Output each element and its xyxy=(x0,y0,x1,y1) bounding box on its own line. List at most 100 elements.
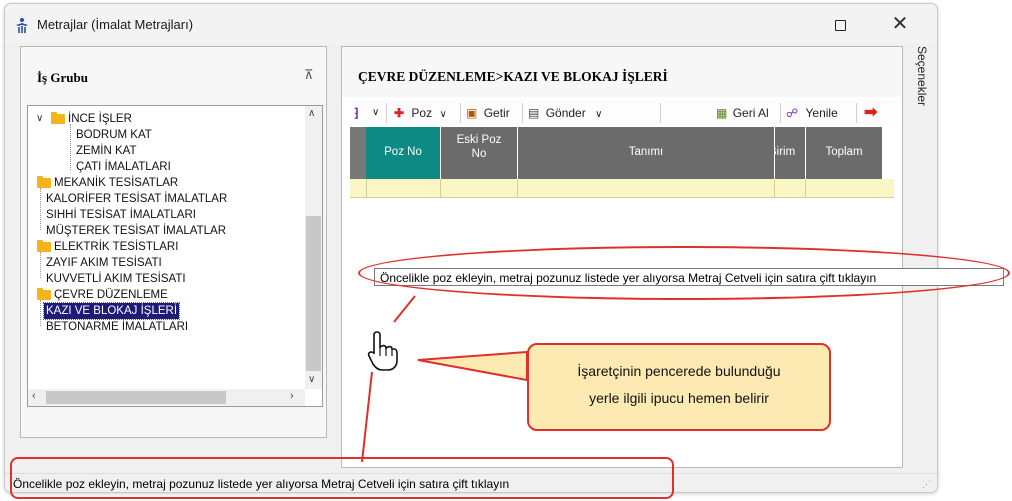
column-label: Toplam xyxy=(825,146,863,158)
folder-icon xyxy=(51,112,65,124)
tree-connector xyxy=(70,124,71,170)
metraj-header: ÇEVRE DÜZENLEME>KAZI VE BLOKAJ İŞLERİ xyxy=(342,47,902,97)
title-bar[interactable]: Metrajlar (İmalat Metrajları) ✕ xyxy=(5,4,937,44)
column-header-toplam[interactable]: Toplam xyxy=(806,127,882,179)
scroll-thumb[interactable] xyxy=(46,391,226,404)
work-group-tree[interactable]: ∨ İNCE İŞLER BODRUM KAT ZEMİN KAT ÇATI İ… xyxy=(27,105,323,407)
tree-item-label: MEKANİK TESİSATLAR xyxy=(54,177,179,189)
poz-button[interactable]: ✚ Poz ∨ xyxy=(394,103,447,123)
column-header-birim[interactable]: Birim xyxy=(775,127,805,179)
tree-vertical-scrollbar[interactable]: ∧ ∨ xyxy=(305,106,322,389)
callout-line-2: yerle ilgili ipucu hemen belirir xyxy=(589,390,769,406)
tree-item-label: ÇEVRE DÜZENLEME xyxy=(54,289,168,301)
toolbar-separator xyxy=(460,103,461,123)
tree-item-label: KALORİFER TESİSAT İMALATLAR xyxy=(46,193,228,205)
chevron-down-icon: ∨ xyxy=(439,109,447,120)
poz-label: Poz xyxy=(411,106,433,120)
cell-divider xyxy=(440,179,441,198)
chevron-down-icon[interactable]: ∨ xyxy=(36,111,48,127)
folder-icon xyxy=(37,240,51,252)
tree-item-label: ZEMİN KAT xyxy=(76,145,137,157)
column-label: No xyxy=(471,148,487,160)
callout-line-1: İşaretçinin pencerede bulunduğu xyxy=(577,363,781,379)
import-icon: ▣ xyxy=(466,106,478,120)
annotation-ellipse-tooltip xyxy=(358,246,1010,300)
gonder-label: Gönder xyxy=(545,106,586,120)
hand-pointer-icon xyxy=(367,331,398,371)
column-header-poz-no[interactable]: Poz No xyxy=(366,127,440,179)
tree-item-label: ZAYIF AKIM TESİSATI xyxy=(46,257,162,269)
getir-button[interactable]: ▣ Getir xyxy=(466,103,510,123)
tree-item-label: ELEKTRİK TESİSTLARI xyxy=(54,241,179,253)
getir-label: Getir xyxy=(483,106,510,120)
tree-item-label: BETONARME İMALATLARI xyxy=(46,321,189,333)
tree-item-label: MÜŞTEREK TESİSAT İMALATLAR xyxy=(46,225,226,237)
toolbar: ⁆ ∨ ✚ Poz ∨ ▣ Getir ▤ Gönder ∨ ▦ Geri Al… xyxy=(350,99,898,125)
undo-icon: ▦ xyxy=(716,106,728,120)
scroll-right-icon[interactable]: › xyxy=(290,390,294,402)
window-title: Metrajlar (İmalat Metrajları) xyxy=(37,17,194,32)
tree-horizontal-scrollbar[interactable]: ‹ › xyxy=(28,389,305,406)
toolbar-separator xyxy=(660,103,661,123)
table-row[interactable] xyxy=(350,179,894,198)
toolbar-separator xyxy=(386,103,387,123)
chevron-down-icon[interactable]: ∨ xyxy=(372,103,379,123)
annotation-box-status xyxy=(10,457,674,499)
column-label: Poz No xyxy=(384,146,422,158)
toolbar-separator xyxy=(522,103,523,123)
yenile-button[interactable]: ☍ Yenile xyxy=(786,103,838,123)
yenile-label: Yenile xyxy=(805,106,838,120)
gonder-button[interactable]: ▤ Gönder ∨ xyxy=(528,103,602,123)
pin-icon[interactable]: ⊼ xyxy=(304,67,314,83)
tree-connector xyxy=(40,300,41,326)
tree-item-label: İNCE İŞLER xyxy=(68,113,132,125)
next-arrow-icon[interactable]: ➡ xyxy=(864,103,877,123)
scroll-thumb[interactable] xyxy=(306,216,321,371)
cell-divider xyxy=(805,179,806,198)
resize-grip-icon[interactable]: ⋰ xyxy=(922,479,931,490)
breadcrumb: ÇEVRE DÜZENLEME>KAZI VE BLOKAJ İŞLERİ xyxy=(358,69,668,84)
chevron-down-icon[interactable]: ∨ xyxy=(28,287,34,303)
cell-divider xyxy=(517,179,518,198)
refresh-icon: ☍ xyxy=(786,106,799,120)
secenekler-label: Seçenekler xyxy=(915,46,929,107)
chevron-down-icon[interactable]: ∨ xyxy=(28,175,34,191)
column-header-tanimi[interactable]: Tanımı xyxy=(518,127,774,179)
tree-item-label: ÇATI İMALATLARI xyxy=(76,161,171,173)
scroll-up-icon[interactable]: ∧ xyxy=(308,108,315,119)
column-label: Eski Poz xyxy=(456,134,502,146)
cell-divider xyxy=(774,179,775,198)
chevron-down-icon: ∨ xyxy=(595,109,603,120)
poz-grid[interactable]: Poz No Eski Poz No Tanımı Birim Toplam xyxy=(350,127,894,209)
scroll-left-icon[interactable]: ‹ xyxy=(32,390,36,402)
column-header-eski-poz-no[interactable]: Eski Poz No xyxy=(441,127,517,179)
callout-box: İşaretçinin pencerede bulunduğu yerle il… xyxy=(527,343,831,431)
export-icon: ▤ xyxy=(528,106,540,120)
column-label: Birim xyxy=(775,146,796,158)
maximize-icon[interactable] xyxy=(825,12,855,38)
tree-item-label: SIHHİ TESİSAT İMALATLARI xyxy=(46,209,196,221)
menu-icon[interactable]: ⁆ xyxy=(354,103,359,123)
chevron-down-icon[interactable]: ∨ xyxy=(28,239,34,255)
toolbar-separator xyxy=(856,103,857,123)
tree-item-label: KUVVETLİ AKIM TESİSATI xyxy=(46,273,186,285)
app-icon xyxy=(16,18,28,33)
grid-row-indicator-header xyxy=(350,127,366,179)
close-icon[interactable]: ✕ xyxy=(885,10,915,38)
toolbar-separator xyxy=(780,103,781,123)
folder-icon xyxy=(37,288,51,300)
geri-al-button[interactable]: ▦ Geri Al xyxy=(716,103,769,123)
is-grubu-panel: İş Grubu ⊼ ∨ İNCE İŞLER BODRUM KAT ZEMİN… xyxy=(20,46,327,438)
plus-icon: ✚ xyxy=(394,106,405,120)
scroll-down-icon[interactable]: ∨ xyxy=(308,374,315,385)
secenekler-tab[interactable]: Seçenekler xyxy=(911,46,935,246)
geri-al-label: Geri Al xyxy=(732,106,769,120)
column-label: Tanımı xyxy=(628,146,664,158)
is-grubu-title: İş Grubu xyxy=(37,70,88,85)
tree-item-label-selected: KAZI VE BLOKAJ İŞLERİ xyxy=(42,302,181,320)
tree-connector xyxy=(40,252,41,278)
tree-connector xyxy=(40,188,41,230)
tree-item-label: BODRUM KAT xyxy=(76,129,152,141)
folder-icon xyxy=(37,176,51,188)
is-grubu-header: İş Grubu ⊼ xyxy=(21,47,326,103)
